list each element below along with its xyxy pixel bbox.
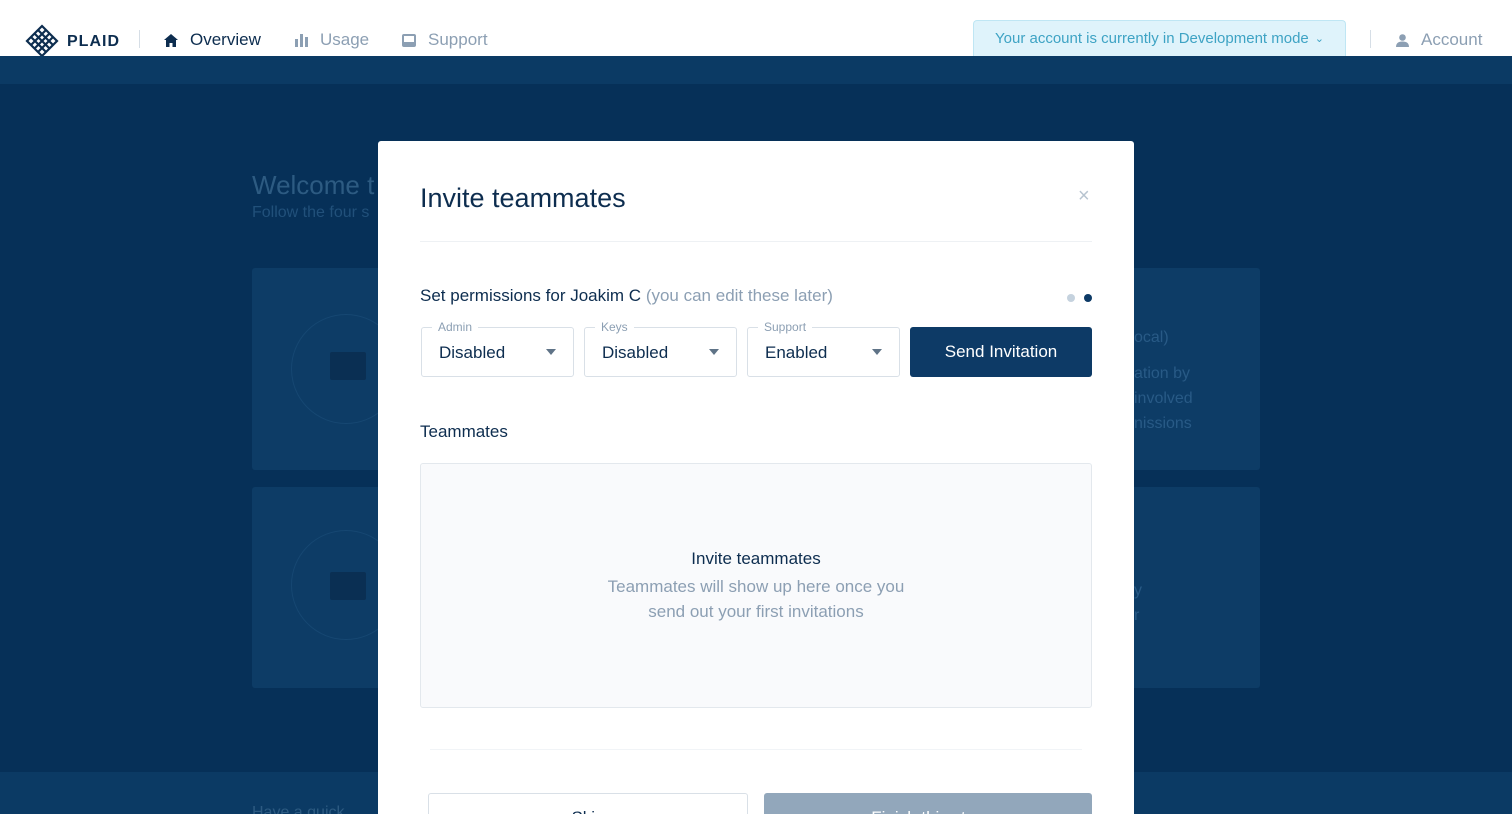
modal-title: Invite teammates bbox=[420, 183, 626, 213]
plaid-logo[interactable]: PLAID bbox=[25, 24, 120, 58]
dev-mode-banner[interactable]: Your account is currently in Development… bbox=[973, 20, 1346, 56]
background-title: Welcome t bbox=[252, 170, 375, 200]
account-menu[interactable]: Account bbox=[1396, 30, 1482, 50]
chevron-down-icon: ⌄ bbox=[1314, 33, 1324, 45]
send-invitation-button[interactable]: Send Invitation bbox=[910, 327, 1092, 377]
permissions-label: Set permissions for Joakim C (you can ed… bbox=[420, 286, 833, 306]
bar-chart-icon bbox=[295, 33, 308, 47]
sub-header bbox=[0, 56, 1512, 84]
caret-down-icon bbox=[872, 349, 882, 355]
step-dot bbox=[1067, 294, 1075, 302]
nav-divider bbox=[139, 30, 140, 48]
select-value: Disabled bbox=[602, 343, 669, 362]
divider bbox=[420, 241, 1092, 242]
plaid-logo-icon bbox=[25, 24, 59, 58]
nav-item-label: Overview bbox=[190, 30, 261, 49]
top-nav: PLAID Overview Usage Support Your accoun… bbox=[0, 0, 1512, 58]
inbox-icon bbox=[330, 352, 366, 380]
background-subtitle: Follow the four s bbox=[252, 204, 370, 221]
nav-item-usage[interactable]: Usage bbox=[295, 30, 369, 50]
select-legend: Admin bbox=[432, 320, 479, 334]
permissions-hint: (you can edit these later) bbox=[645, 286, 833, 305]
home-icon bbox=[164, 33, 178, 47]
teammates-list: Invite teammates Teammates will show up … bbox=[420, 463, 1092, 708]
background-card-text: y bbox=[1134, 582, 1142, 599]
select-legend: Keys bbox=[595, 320, 634, 334]
select-value: Enabled bbox=[765, 343, 828, 362]
empty-state-title: Invite teammates bbox=[691, 549, 821, 568]
permissions-label-text: Set permissions for Joakim C bbox=[420, 286, 642, 305]
divider bbox=[430, 749, 1082, 750]
nav-item-support[interactable]: Support bbox=[402, 30, 488, 50]
admin-permission-select[interactable]: Admin Disabled bbox=[421, 320, 574, 377]
user-icon bbox=[1396, 33, 1409, 47]
background-card-text: involved bbox=[1134, 390, 1193, 407]
teammates-label: Teammates bbox=[420, 422, 508, 441]
caret-down-icon bbox=[546, 349, 556, 355]
select-legend: Support bbox=[758, 320, 813, 334]
keys-permission-select[interactable]: Keys Disabled bbox=[584, 320, 737, 377]
empty-state-text: Teammates will show up here once you sen… bbox=[421, 574, 1091, 624]
logo-text: PLAID bbox=[67, 33, 120, 50]
account-label: Account bbox=[1421, 30, 1483, 49]
background-card-text: ocal) bbox=[1134, 329, 1169, 346]
finish-step-button[interactable]: Finish this step bbox=[764, 793, 1092, 814]
background-card-text: r bbox=[1134, 607, 1140, 624]
background-card-text: ation by bbox=[1134, 365, 1191, 382]
empty-state-line: send out your first invitations bbox=[648, 602, 864, 621]
nav-item-label: Support bbox=[428, 30, 488, 49]
monitor-icon bbox=[330, 572, 366, 600]
select-value: Disabled bbox=[439, 343, 506, 362]
background-footer-text: Have a quick bbox=[252, 804, 345, 814]
step-indicator bbox=[1067, 294, 1092, 302]
skip-button[interactable]: Skip bbox=[428, 793, 748, 814]
caret-down-icon bbox=[709, 349, 719, 355]
invite-teammates-modal: Invite teammates × Set permissions for J… bbox=[378, 141, 1134, 814]
nav-divider bbox=[1370, 30, 1371, 48]
support-permission-select[interactable]: Support Enabled bbox=[747, 320, 900, 377]
close-icon[interactable]: × bbox=[1078, 185, 1090, 208]
empty-state-line: Teammates will show up here once you bbox=[607, 577, 905, 596]
nav-item-label: Usage bbox=[320, 30, 370, 49]
inbox-icon bbox=[402, 33, 416, 47]
background-card-text: nissions bbox=[1134, 415, 1192, 432]
dev-mode-text: Your account is currently in Development… bbox=[995, 30, 1309, 47]
step-dot-active bbox=[1084, 294, 1092, 302]
nav-item-overview[interactable]: Overview bbox=[164, 30, 261, 50]
